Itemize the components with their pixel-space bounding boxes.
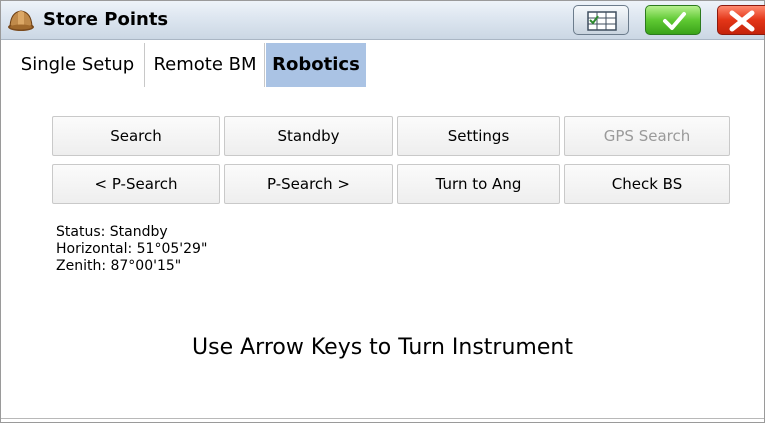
close-button[interactable]	[717, 5, 765, 35]
table-icon	[587, 11, 617, 31]
tab-remote-bm[interactable]: Remote BM	[146, 43, 265, 87]
horizontal-angle-text: Horizontal: 51°05'29"	[56, 241, 208, 257]
status-panel: Status: Standby Horizontal: 51°05'29" Ze…	[56, 224, 207, 275]
gps-search-button: GPS Search	[564, 116, 730, 156]
check-icon	[663, 12, 686, 30]
instruction-text: Use Arrow Keys to Turn Instrument	[192, 335, 573, 360]
check-bs-button[interactable]: Check BS	[564, 164, 730, 204]
accept-button[interactable]	[645, 5, 701, 35]
hard-hat-icon	[7, 7, 35, 33]
table-view-button[interactable]	[573, 5, 629, 35]
zenith-angle-text: Zenith: 87°00'15"	[56, 258, 182, 274]
title-bar: Store Points	[1, 1, 765, 40]
standby-button[interactable]: Standby	[224, 116, 393, 156]
status-text: Status: Standby	[56, 224, 168, 240]
close-icon	[729, 10, 755, 32]
p-search-prev-button[interactable]: < P-Search	[52, 164, 220, 204]
settings-button[interactable]: Settings	[397, 116, 560, 156]
store-points-window: Store Points Single Setup Remote BM Robo…	[0, 0, 765, 423]
bottom-divider	[1, 418, 764, 419]
turn-to-angle-button[interactable]: Turn to Ang	[397, 164, 560, 204]
window-title: Store Points	[43, 9, 169, 30]
search-button[interactable]: Search	[52, 116, 220, 156]
tab-single-setup[interactable]: Single Setup	[11, 43, 145, 87]
tab-robotics[interactable]: Robotics	[266, 43, 366, 87]
p-search-next-button[interactable]: P-Search >	[224, 164, 393, 204]
